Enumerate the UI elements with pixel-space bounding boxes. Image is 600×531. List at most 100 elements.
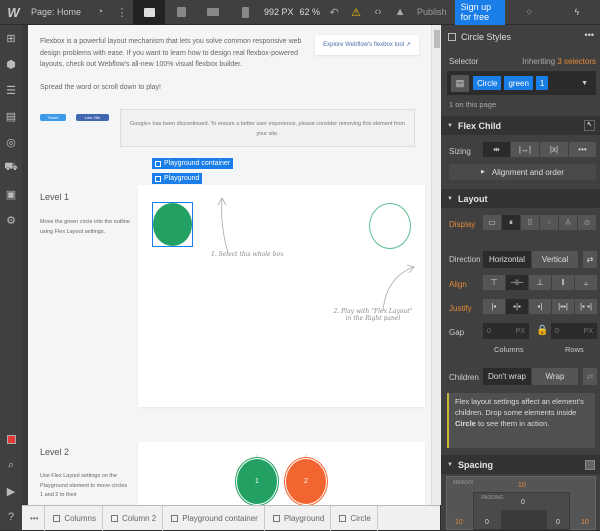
align-baseline-button[interactable]: ⫠ [575,275,597,290]
desktop-breakpoint-button[interactable] [133,0,165,25]
cms-database-icon[interactable]: ◎ [0,129,22,155]
sizing-buttons: ⇹ |↔| |x| ••• [483,142,596,157]
add-panel-icon[interactable]: ⊞ [0,25,22,51]
breadcrumb-item-columns[interactable]: Columns [45,505,103,531]
publish-button[interactable]: Publish [417,7,447,17]
alignment-order-toggle[interactable]: ▶ Alignment and order [449,164,596,180]
lock-icon[interactable]: 🔒 [536,325,548,336]
undo-icon[interactable]: ↶ [323,0,345,25]
sizing-grow-button[interactable]: |↔| [511,142,539,157]
level2-playground[interactable] [138,442,425,505]
design-canvas[interactable]: Flexbox is a powerful layout mechanism t… [28,25,431,505]
navigator-icon[interactable]: ☰ [0,77,22,103]
mobile-landscape-breakpoint-button[interactable] [197,0,229,25]
gap-columns-input[interactable]: 0 PX [483,323,529,339]
justify-end-button[interactable]: ▪| [529,299,551,314]
section-title: Layout [457,193,488,204]
target-outline-circle [369,203,411,249]
selector-chip-green[interactable]: green [504,76,533,90]
help-icon[interactable]: ? [0,504,22,530]
justify-center-button[interactable]: ▪|▪ [506,299,528,314]
more-vertical-icon[interactable]: ⋮ [111,0,133,25]
settings-gear-icon[interactable]: ⚙ [0,207,22,233]
selector-chip-circle[interactable]: Circle [473,76,502,90]
tweet-button[interactable]: Tweet [40,114,66,121]
expand-icon[interactable]: ↖ [584,120,595,131]
symbols-cube-icon[interactable]: ⬢ [0,51,22,77]
level2-circle-1[interactable]: 1 [235,457,279,505]
facebook-like-button[interactable]: Like 28k [76,114,109,121]
padding-top-value[interactable]: 0 [521,499,525,506]
selector-add-icon[interactable]: ▤ [451,74,469,92]
layout-header[interactable]: ▼ Layout [441,189,600,208]
align-end-button[interactable]: ⊥ [529,275,551,290]
align-center-button[interactable]: ⊣⊢ [506,275,528,290]
selector-dropdown-icon[interactable]: ▼ [581,80,588,87]
redo-warning-icon[interactable]: ⚠ [345,0,367,25]
page-selector[interactable]: Page: Home [27,7,89,17]
scrollbar-thumb[interactable] [434,30,440,48]
reverse-direction-icon[interactable]: ⇄ [583,251,597,268]
reverse-wrap-icon[interactable]: ⇄ [583,368,597,385]
display-inline-button[interactable]: A [559,215,577,230]
pages-icon[interactable]: ▤ [0,103,22,129]
record-icon[interactable] [0,426,22,452]
history-icon[interactable]: ◔ [89,0,111,25]
direction-vertical-button[interactable]: Vertical [532,251,578,268]
padding-left-value[interactable]: 0 [485,519,489,526]
align-start-button[interactable]: ⊤ [483,275,505,290]
breadcrumb-item-circle[interactable]: Circle [331,505,378,531]
wrap-button[interactable]: Wrap [532,368,578,385]
flex-child-header[interactable]: ▼ Flex Child ↖ [441,116,600,135]
search-icon[interactable]: ⌕ [0,452,22,478]
level2-circle-2[interactable]: 2 [284,457,328,505]
breadcrumb-item-playground-container[interactable]: Playground container [163,505,265,531]
mobile-portrait-breakpoint-button[interactable] [229,0,261,25]
padding-right-value[interactable]: 0 [556,519,560,526]
dont-wrap-button[interactable]: Don't wrap [483,368,531,385]
checkbox-icon[interactable] [448,33,456,41]
breadcrumb-more[interactable]: ••• [22,505,46,531]
sizing-none-button[interactable]: |x| [540,142,568,157]
assets-icon[interactable]: ▣ [0,181,22,207]
code-icon[interactable]: ‹› [367,0,389,25]
sizing-shrink-button[interactable]: ⇹ [483,142,510,157]
display-inline-block-button[interactable]: ▫ [540,215,558,230]
lightning-icon[interactable]: ϟ [574,7,579,18]
sizing-more-button[interactable]: ••• [569,142,596,157]
justify-around-button[interactable]: |▪ ▪| [575,299,597,314]
margin-right-value[interactable]: 10 [581,519,589,526]
ecommerce-cart-icon[interactable]: ⛟ [0,155,22,181]
display-flex-button[interactable]: ⏸ [502,215,520,230]
tablet-breakpoint-button[interactable] [165,0,197,25]
webflow-logo[interactable]: W [0,5,27,20]
tag-playground[interactable]: Playground [152,173,203,184]
explore-flexbox-link[interactable]: Explore Webflow's flexbox tool ↗ [315,35,419,55]
margin-top-value[interactable]: 10 [518,482,526,489]
breadcrumb-item-playground[interactable]: Playground [265,505,332,531]
tag-playground-container[interactable]: Playground container [152,158,234,169]
justify-start-button[interactable]: |▪ [483,299,505,314]
children-label: Children [449,373,479,382]
video-tutorials-icon[interactable]: ▶ [0,478,22,504]
display-none-button[interactable]: ⊘ [578,215,596,230]
align-stretch-button[interactable]: ‖ [552,275,574,290]
more-options-icon[interactable]: ••• [585,30,594,40]
display-block-button[interactable]: ▭ [483,215,501,230]
selector-chip-1[interactable]: 1 [535,76,549,90]
display-grid-button[interactable]: ⁞⁞ [521,215,539,230]
signup-button[interactable]: Sign up for free [454,0,505,25]
spacing-toggle-icon[interactable] [585,459,595,470]
canvas-scrollbar[interactable] [431,25,441,505]
selector-field[interactable]: ▤ Circle green 1 ▼ [447,71,596,95]
spacing-header[interactable]: ▼ Spacing [441,455,600,474]
gap-rows-input[interactable]: 0 PX [551,323,597,339]
inheriting-label[interactable]: Inheriting 3 selectors [522,57,596,66]
margin-left-value[interactable]: 10 [455,519,463,526]
breadcrumb-item-column-2[interactable]: Column 2 [103,505,164,531]
justify-between-button[interactable]: |▪▪| [552,299,574,314]
direction-horizontal-button[interactable]: Horizontal [483,251,531,268]
hint1-text: 1. Select this whole box [211,251,284,258]
alignment-order-label: Alignment and order [491,167,564,177]
interactions-icon[interactable]: ⁘ [525,7,533,18]
